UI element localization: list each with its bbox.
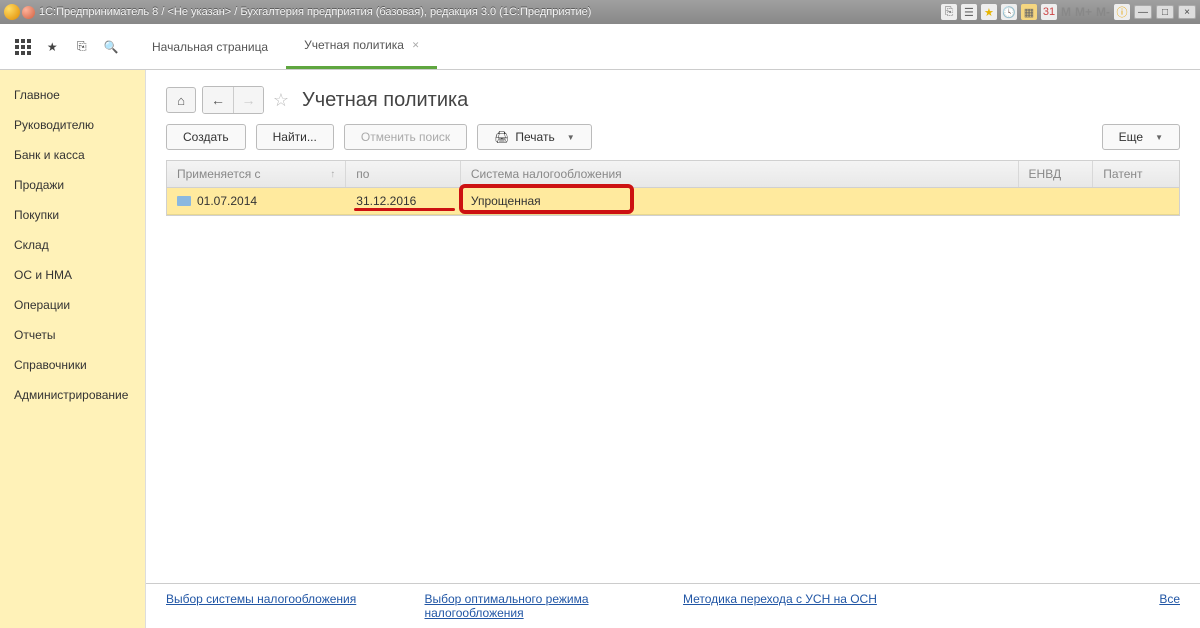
- document-icon: [177, 196, 191, 206]
- col-patent[interactable]: Патент: [1093, 161, 1179, 187]
- more-button[interactable]: Еще ▼: [1102, 124, 1180, 150]
- spacer: [146, 216, 1200, 583]
- col-end[interactable]: по: [346, 161, 461, 187]
- close-button[interactable]: ×: [1178, 5, 1196, 19]
- clipboard-icon[interactable]: ⎘: [73, 38, 91, 56]
- search-icon[interactable]: 🔍: [102, 38, 120, 56]
- print-label: Печать: [515, 130, 554, 144]
- cell-end-value: 31.12.2016: [356, 194, 416, 208]
- sidebar-item-warehouse[interactable]: Склад: [0, 230, 145, 260]
- col-tax-label: Система налогообложения: [471, 167, 622, 181]
- page-tabs: Начальная страница Учетная политика ✕: [134, 24, 437, 69]
- cell-tax: Упрощенная: [461, 188, 1019, 214]
- command-bar: Создать Найти... Отменить поиск 🖨 Печать…: [146, 124, 1200, 160]
- data-table: Применяется с ↑ по Система налогообложен…: [166, 160, 1180, 216]
- calc-icon[interactable]: ▦: [1021, 4, 1037, 20]
- window-titlebar: 1С:Предприниматель 8 / <Не указан> / Бух…: [0, 0, 1200, 24]
- titlebar-right-icons: ⎘ ☰ ★ 🕓 ▦ 31 M M+ M- ⓘ — □ ×: [941, 4, 1196, 20]
- window-title: 1С:Предприниматель 8 / <Не указан> / Бух…: [39, 6, 937, 18]
- sidebar-item-sales[interactable]: Продажи: [0, 170, 145, 200]
- cell-tax-value: Упрощенная: [471, 194, 541, 208]
- titlebar-left-icons: [4, 4, 35, 20]
- link-all[interactable]: Все: [1159, 592, 1180, 606]
- sidebar: Главное Руководителю Банк и касса Продаж…: [0, 70, 146, 628]
- mem-mplus[interactable]: M+: [1075, 5, 1092, 19]
- tb-icon-1[interactable]: ⎘: [941, 4, 957, 20]
- cell-start-value: 01.07.2014: [197, 194, 257, 208]
- sidebar-item-operations[interactable]: Операции: [0, 290, 145, 320]
- favorite-star-icon[interactable]: ☆: [270, 89, 292, 111]
- mem-m[interactable]: M: [1061, 5, 1071, 19]
- col-patent-label: Патент: [1103, 167, 1142, 181]
- col-envd-label: ЕНВД: [1029, 167, 1062, 181]
- page-header: ⌂ ← → ☆ Учетная политика: [146, 70, 1200, 124]
- tab-home-label: Начальная страница: [152, 40, 268, 54]
- home-button[interactable]: ⌂: [166, 87, 196, 113]
- col-tax[interactable]: Система налогообложения: [461, 161, 1019, 187]
- minimize-button[interactable]: —: [1134, 5, 1152, 19]
- star-icon[interactable]: ★: [43, 38, 61, 56]
- sidebar-item-manager[interactable]: Руководителю: [0, 110, 145, 140]
- table-row[interactable]: 01.07.2014 31.12.2016 Упрощенная: [167, 188, 1179, 215]
- tab-home[interactable]: Начальная страница: [134, 24, 286, 69]
- page-title: Учетная политика: [302, 89, 468, 112]
- sort-asc-icon: ↑: [330, 169, 335, 180]
- tb-icon-2[interactable]: ☰: [961, 4, 977, 20]
- col-start[interactable]: Применяется с ↑: [167, 161, 346, 187]
- top-toolbar: ★ ⎘ 🔍 Начальная страница Учетная политик…: [0, 24, 1200, 70]
- print-button[interactable]: 🖨 Печать ▼: [477, 124, 591, 150]
- sidebar-item-reports[interactable]: Отчеты: [0, 320, 145, 350]
- info-icon[interactable]: ⓘ: [1114, 4, 1130, 20]
- link-tax-system[interactable]: Выбор системы налогообложения: [166, 592, 356, 606]
- chevron-down-icon: ▼: [1155, 133, 1163, 142]
- chevron-down-icon: ▼: [567, 133, 575, 142]
- more-label: Еще: [1119, 130, 1143, 144]
- favorite-icon[interactable]: ★: [981, 4, 997, 20]
- sidebar-item-admin[interactable]: Администрирование: [0, 380, 145, 410]
- cancel-search-button[interactable]: Отменить поиск: [344, 124, 467, 150]
- table-header: Применяется с ↑ по Система налогообложен…: [167, 161, 1179, 188]
- sidebar-item-bank[interactable]: Банк и касса: [0, 140, 145, 170]
- apps-icon[interactable]: [14, 38, 32, 56]
- create-button[interactable]: Создать: [166, 124, 246, 150]
- dropdown-icon[interactable]: [22, 6, 35, 19]
- footer-links: Выбор системы налогообложения Выбор опти…: [146, 583, 1200, 628]
- link-optimal-mode[interactable]: Выбор оптимального режима налогообложени…: [425, 592, 589, 620]
- close-icon[interactable]: ✕: [412, 40, 420, 51]
- maximize-button[interactable]: □: [1156, 5, 1174, 19]
- col-end-label: по: [356, 167, 369, 181]
- sidebar-item-assets[interactable]: ОС и НМА: [0, 260, 145, 290]
- link-method[interactable]: Методика перехода с УСН на ОСН: [683, 592, 877, 606]
- cell-patent: [1093, 188, 1179, 214]
- col-envd[interactable]: ЕНВД: [1019, 161, 1094, 187]
- nav-buttons: ← →: [202, 86, 264, 114]
- sidebar-item-purchases[interactable]: Покупки: [0, 200, 145, 230]
- calendar-icon[interactable]: 31: [1041, 4, 1057, 20]
- cell-start: 01.07.2014: [167, 188, 346, 214]
- tab-accounting-policy[interactable]: Учетная политика ✕: [286, 24, 437, 69]
- cell-end: 31.12.2016: [346, 188, 461, 214]
- sidebar-item-catalogs[interactable]: Справочники: [0, 350, 145, 380]
- col-start-label: Применяется с: [177, 167, 261, 181]
- tab-active-label: Учетная политика: [304, 38, 404, 52]
- forward-button[interactable]: →: [233, 87, 263, 113]
- history-icon[interactable]: 🕓: [1001, 4, 1017, 20]
- cell-envd: [1019, 188, 1094, 214]
- main-area: Главное Руководителю Банк и касса Продаж…: [0, 70, 1200, 628]
- back-button[interactable]: ←: [203, 87, 233, 113]
- content-area: ⌂ ← → ☆ Учетная политика Создать Найти..…: [146, 70, 1200, 628]
- mem-mminus[interactable]: M-: [1096, 5, 1110, 19]
- sidebar-item-main[interactable]: Главное: [0, 80, 145, 110]
- app-icon: [4, 4, 20, 20]
- print-icon: 🖨: [494, 130, 509, 144]
- toolbar-left-icons: ★ ⎘ 🔍: [0, 38, 134, 56]
- find-button[interactable]: Найти...: [256, 124, 334, 150]
